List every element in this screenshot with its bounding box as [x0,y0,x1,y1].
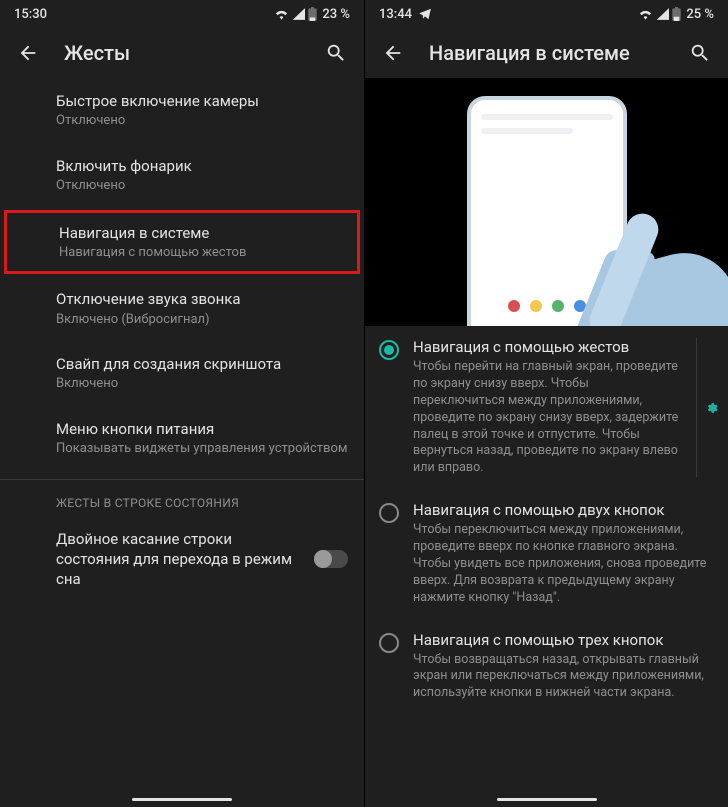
item-flashlight[interactable]: Включить фонарик Отключено [0,143,364,208]
wifi-icon [638,8,653,20]
gesture-illustration [365,78,728,326]
toggle-title: Двойное касание строки состояния для пер… [56,529,302,590]
radio-icon[interactable] [379,503,399,523]
battery-icon [672,7,681,21]
status-time: 15:30 [14,7,47,22]
screen-system-navigation: 13:44 25 % Навигация в системе [364,0,728,807]
item-title: Отключение звука звонка [56,289,348,309]
gear-icon[interactable] [696,338,718,477]
status-bar: 15:30 23 % [0,0,364,28]
option-title: Навигация с помощью жестов [413,338,682,356]
telegram-icon [418,7,432,21]
item-subtitle: Включено (Вибросигнал) [56,311,348,329]
option-desc: Чтобы перейти на главный экран, проведит… [413,359,682,477]
wifi-icon [274,8,289,20]
nav-indicator [132,798,232,801]
option-desc: Чтобы возвращаться назад, открывать глав… [413,652,718,703]
hand-icon [550,186,700,326]
divider [0,479,364,480]
nav-indicator [497,798,597,801]
option-three-button-nav[interactable]: Навигация с помощью трех кнопок Чтобы во… [365,619,728,715]
page-title: Навигация в системе [429,41,664,65]
app-header: Жесты [0,28,364,78]
signal-icon [656,8,669,20]
status-icons [274,7,317,21]
battery-icon [308,7,317,21]
option-two-button-nav[interactable]: Навигация с помощью двух кнопок Чтобы пе… [365,489,728,618]
option-gesture-nav[interactable]: Навигация с помощью жестов Чтобы перейти… [365,326,728,489]
option-desc: Чтобы переключиться между приложениями, … [413,522,718,606]
back-icon[interactable] [16,41,40,65]
item-title: Включить фонарик [56,156,348,176]
dot-icon [530,300,542,312]
settings-list: Быстрое включение камеры Отключено Включ… [0,78,364,807]
search-icon[interactable] [324,41,348,65]
item-title: Быстрое включение камеры [56,91,348,111]
item-mute-ring[interactable]: Отключение звука звонка Включено (Виброс… [0,276,364,341]
status-bar: 13:44 25 % [365,0,728,28]
navigation-options: Навигация с помощью жестов Чтобы перейти… [365,326,728,807]
item-subtitle: Показывать виджеты управления устройство… [56,440,348,458]
item-swipe-screenshot[interactable]: Свайп для создания скриншота Включено [0,341,364,406]
item-title: Свайп для создания скриншота [56,354,348,374]
section-header-statusbar-gestures: ЖЕСТЫ В СТРОКЕ СОСТОЯНИЯ [0,486,364,516]
page-title: Жесты [64,41,300,65]
search-icon[interactable] [688,41,712,65]
signal-icon [292,8,305,20]
item-subtitle: Отключено [56,177,348,195]
dot-icon [508,300,520,312]
item-camera-quick[interactable]: Быстрое включение камеры Отключено [0,78,364,143]
option-title: Навигация с помощью трех кнопок [413,631,718,649]
status-time: 13:44 [379,7,412,22]
option-title: Навигация с помощью двух кнопок [413,501,718,519]
item-subtitle: Отключено [56,112,348,130]
item-power-menu[interactable]: Меню кнопки питания Показывать виджеты у… [0,406,364,471]
status-battery-pct: 25 % [686,7,714,22]
radio-selected-icon[interactable] [379,340,399,360]
item-system-navigation[interactable]: Навигация в системе Навигация с помощью … [4,210,360,275]
app-header: Навигация в системе [365,28,728,78]
back-icon[interactable] [381,41,405,65]
item-subtitle: Навигация с помощью жестов [59,244,345,262]
item-title: Навигация в системе [59,223,345,243]
radio-icon[interactable] [379,633,399,653]
item-double-tap-sleep[interactable]: Двойное касание строки состояния для пер… [0,516,364,603]
item-subtitle: Включено [56,375,348,393]
status-battery-pct: 23 % [322,7,350,22]
status-icons [638,7,681,21]
switch-off[interactable] [314,550,348,568]
item-title: Меню кнопки питания [56,419,348,439]
screen-gestures: 15:30 23 % Жесты Быстрое включение камер… [0,0,364,807]
